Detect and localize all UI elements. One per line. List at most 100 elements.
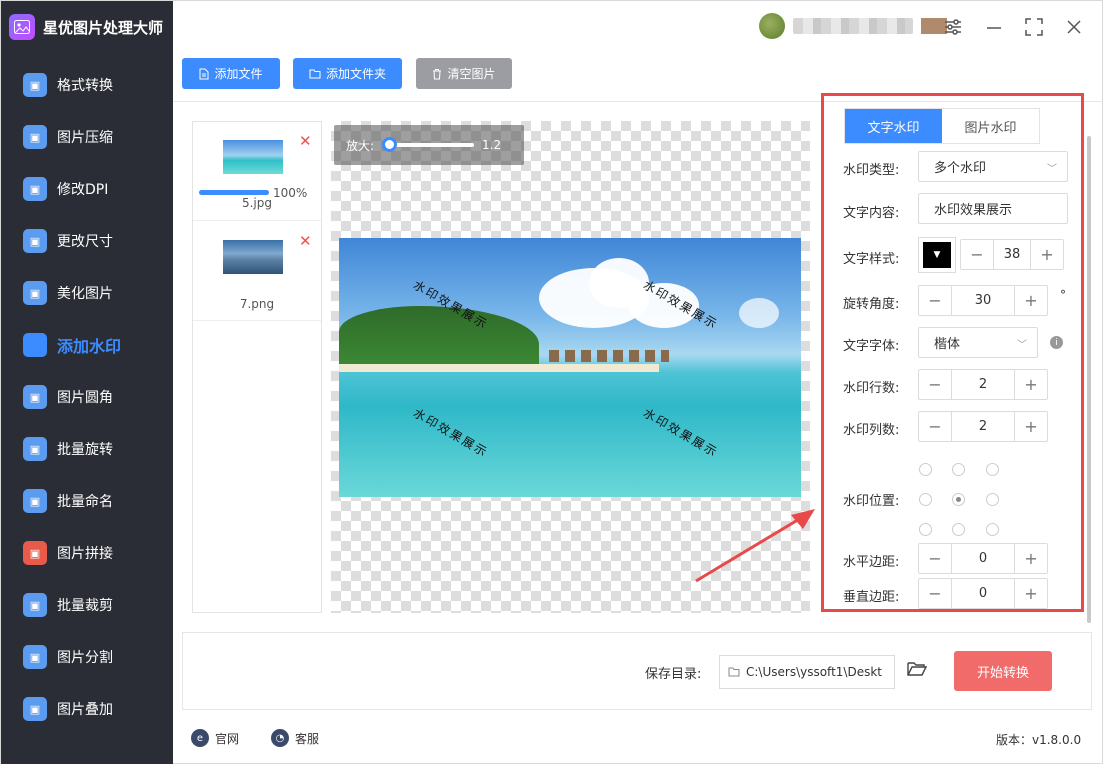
content-label: 文字内容: [843, 206, 900, 221]
hmargin-value[interactable]: 0 [951, 544, 1015, 573]
position-radio[interactable] [986, 463, 999, 476]
rows-stepper[interactable]: − 2 + [918, 369, 1048, 400]
support-link[interactable]: ◔ 客服 [271, 729, 319, 747]
plus-button[interactable]: + [1031, 240, 1063, 269]
minus-button[interactable]: − [919, 544, 951, 573]
position-radio[interactable] [986, 523, 999, 536]
font-family-value: 楷体 [934, 337, 961, 352]
watermark-icon: ▣ [23, 333, 47, 357]
position-radio[interactable] [952, 463, 965, 476]
font-family-select[interactable]: 楷体 ﹀ [918, 327, 1038, 358]
sidebar-item[interactable]: ▣ 图片叠加 [1, 687, 173, 731]
plus-button[interactable]: + [1015, 412, 1047, 441]
rows-value[interactable]: 2 [951, 370, 1015, 399]
rotate-stepper[interactable]: − 30 + [918, 285, 1048, 316]
watermark-type-value: 多个水印 [934, 161, 987, 176]
vmargin-stepper[interactable]: − 0 + [918, 578, 1048, 609]
rotate-value[interactable]: 30 [951, 286, 1015, 315]
file-name: 5.jpg [241, 196, 273, 210]
plus-button[interactable]: + [1015, 286, 1047, 315]
avatar[interactable] [759, 13, 785, 39]
info-icon[interactable]: i [1050, 336, 1063, 349]
watermark-text: 水印效果展示 [410, 405, 491, 460]
minimize-icon[interactable] [982, 15, 1006, 39]
add-folder-button[interactable]: 添加文件夹 [293, 58, 402, 89]
start-convert-button[interactable]: 开始转换 [954, 651, 1052, 691]
file-thumbnail [223, 240, 283, 274]
sidebar-item[interactable]: ▣ 批量旋转 [1, 427, 173, 471]
sidebar-item[interactable]: ▣ 图片分割 [1, 635, 173, 679]
zoom-label: 放大: [346, 138, 375, 153]
sidebar-item[interactable]: ▣ 修改DPI [1, 167, 173, 211]
water-huts [549, 350, 669, 362]
compress-icon: ▣ [23, 125, 47, 149]
sidebar-item-label: 批量裁剪 [57, 598, 113, 614]
add-file-label: 添加文件 [214, 67, 263, 81]
delete-file-icon[interactable]: ✕ [299, 234, 312, 249]
app-title: 星优图片处理大师 [43, 18, 164, 37]
sidebar-item[interactable]: ▣ 批量裁剪 [1, 583, 173, 627]
font-size-value[interactable]: 38 [993, 240, 1031, 269]
font-size-stepper[interactable]: − 38 + [960, 239, 1064, 270]
sidebar-item[interactable]: ▣ 图片压缩 [1, 115, 173, 159]
panel-scrollbar[interactable] [1087, 136, 1091, 623]
position-radio[interactable] [919, 493, 932, 506]
minus-button[interactable]: − [961, 240, 993, 269]
sidebar-item[interactable]: ▣ 格式转换 [1, 63, 173, 107]
user-info[interactable] [759, 13, 947, 39]
text-content-input[interactable]: 水印效果展示 [918, 193, 1068, 224]
maximize-icon[interactable] [1022, 15, 1046, 39]
resize-icon: ▣ [23, 229, 47, 253]
chat-icon: ◔ [271, 729, 289, 747]
zoom-slider[interactable] [382, 137, 475, 152]
plus-button[interactable]: + [1015, 370, 1047, 399]
position-radio-selected[interactable] [952, 493, 965, 506]
minus-button[interactable]: − [919, 579, 951, 608]
vmargin-value[interactable]: 0 [951, 579, 1015, 608]
website-link[interactable]: e 官网 [191, 729, 239, 747]
island-trees [339, 306, 539, 370]
file-item[interactable]: ✕ 7.png [193, 222, 321, 321]
username-blurred [793, 18, 913, 34]
sidebar-item[interactable]: ▣ 美化图片 [1, 271, 173, 315]
minus-button[interactable]: − [919, 370, 951, 399]
file-name: 7.png [239, 297, 275, 311]
rename-icon: ▣ [23, 489, 47, 513]
color-picker[interactable]: ▼ [918, 237, 956, 273]
watermark-text: 水印效果展示 [640, 405, 721, 460]
zoom-slider-handle[interactable] [382, 137, 398, 152]
folder-icon [728, 667, 740, 677]
cols-stepper[interactable]: − 2 + [918, 411, 1048, 442]
plus-button[interactable]: + [1015, 579, 1047, 608]
position-radio[interactable] [952, 523, 965, 536]
split-icon: ▣ [23, 645, 47, 669]
settings-sliders-icon[interactable] [941, 15, 965, 39]
sidebar-item[interactable]: ▣ 图片拼接 [1, 531, 173, 575]
hmargin-stepper[interactable]: − 0 + [918, 543, 1048, 574]
position-radio[interactable] [986, 493, 999, 506]
rotate-icon: ▣ [23, 437, 47, 461]
plus-button[interactable]: + [1015, 544, 1047, 573]
clear-images-button[interactable]: 清空图片 [416, 58, 512, 89]
position-radio[interactable] [919, 523, 932, 536]
minus-button[interactable]: − [919, 412, 951, 441]
round-corner-icon: ▣ [23, 385, 47, 409]
add-file-button[interactable]: 添加文件 [182, 58, 280, 89]
sidebar-item[interactable]: ▣ 批量命名 [1, 479, 173, 523]
close-icon[interactable] [1062, 15, 1086, 39]
zoom-control: 放大: 1.2 [334, 125, 524, 165]
sidebar-item[interactable]: ▣ 图片圆角 [1, 375, 173, 419]
open-folder-icon[interactable] [907, 661, 928, 681]
tab-text-watermark[interactable]: 文字水印 [845, 109, 942, 143]
watermark-type-select[interactable]: 多个水印 ﹀ [918, 151, 1068, 182]
cols-value[interactable]: 2 [951, 412, 1015, 441]
sidebar-item[interactable]: ▣ 添加水印 [1, 323, 173, 367]
sidebar-item[interactable]: ▣ 更改尺寸 [1, 219, 173, 263]
tab-image-watermark[interactable]: 图片水印 [942, 109, 1039, 143]
save-dir-input[interactable]: C:\Users\yssoft1\Deskt [719, 655, 895, 689]
file-item[interactable]: ✕ 100% 5.jpg [193, 122, 321, 221]
position-label: 水印位置: [843, 494, 900, 509]
delete-file-icon[interactable]: ✕ [299, 134, 312, 149]
position-radio[interactable] [919, 463, 932, 476]
minus-button[interactable]: − [919, 286, 951, 315]
